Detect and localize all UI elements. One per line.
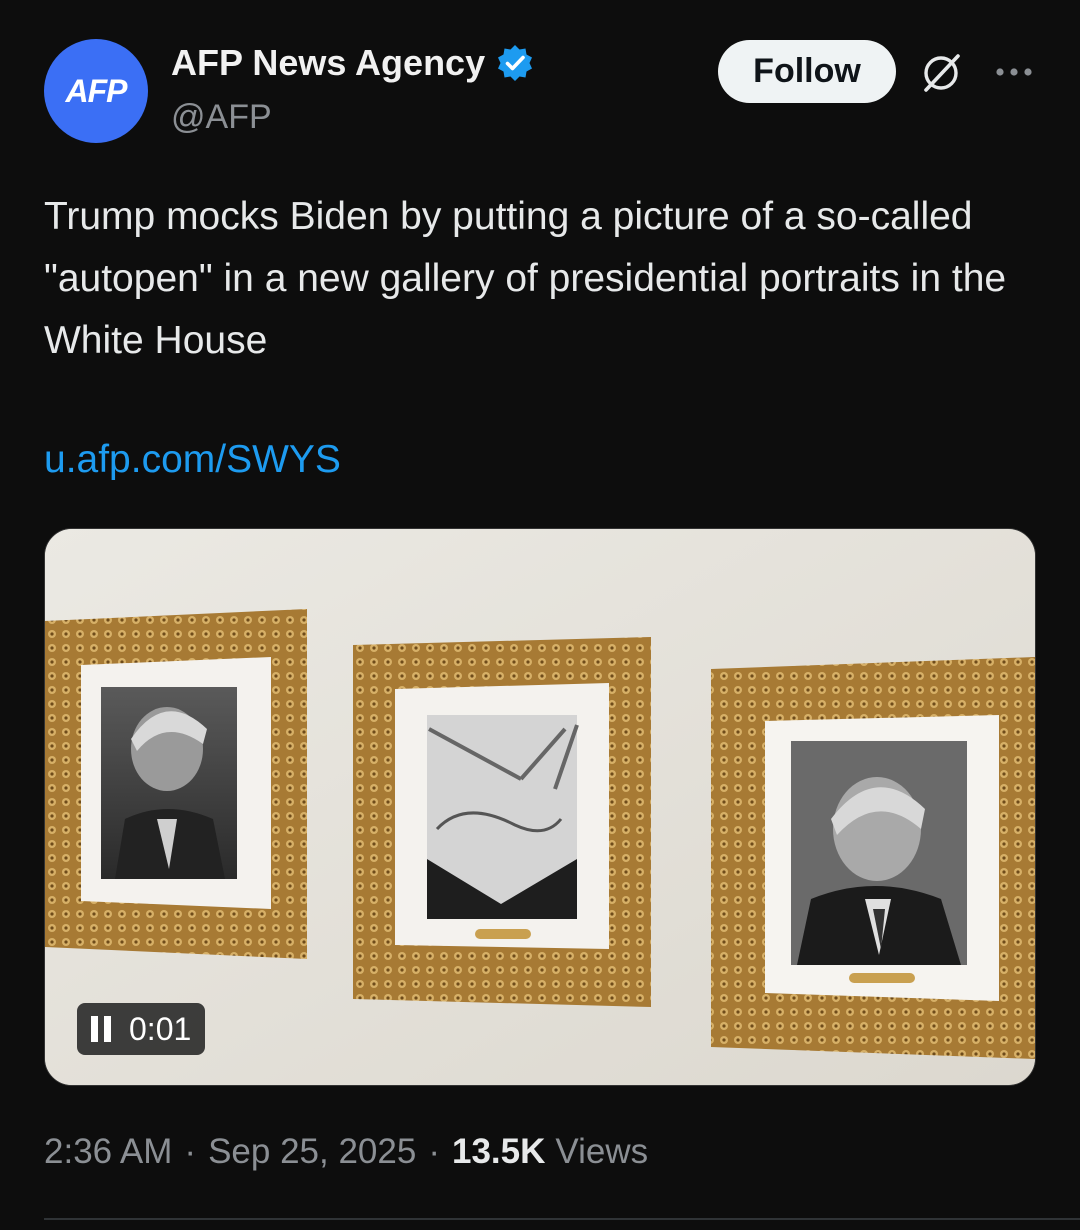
grok-icon[interactable] — [918, 50, 964, 96]
author-handle[interactable]: @AFP — [171, 98, 272, 137]
views-count[interactable]: 13.5K — [452, 1132, 545, 1172]
video-player[interactable]: 0:01 — [44, 528, 1036, 1086]
follow-button[interactable]: Follow — [718, 40, 896, 103]
tweet-time[interactable]: 2:36 AM — [44, 1132, 172, 1172]
tweet-metadata: 2:36 AM · Sep 25, 2025 · 13.5K Views — [44, 1132, 648, 1172]
pause-icon[interactable] — [91, 1016, 113, 1042]
tweet-text: Trump mocks Biden by putting a picture o… — [44, 195, 1007, 362]
divider — [44, 1218, 1080, 1220]
video-frame-image — [45, 529, 1035, 1085]
separator-dot: · — [428, 1132, 440, 1171]
video-controls[interactable]: 0:01 — [77, 1003, 206, 1055]
author-avatar[interactable]: AFP — [44, 39, 148, 143]
verified-badge-icon — [498, 45, 533, 81]
tweet-link[interactable]: u.afp.com/SWYS — [44, 438, 341, 482]
separator-dot: · — [184, 1132, 197, 1171]
avatar-logo-text: AFP — [65, 72, 128, 109]
more-options-icon[interactable] — [992, 52, 1036, 92]
author-name-row: AFP News Agency — [171, 42, 535, 84]
video-timestamp: 0:01 — [129, 1010, 192, 1047]
portrait-frame-right — [711, 657, 1035, 1059]
views-label: Views — [555, 1132, 649, 1171]
portrait-frame-left — [45, 609, 307, 959]
autopen-frame-middle — [353, 637, 651, 1007]
author-display-name[interactable]: AFP News Agency — [171, 42, 485, 84]
tweet-date[interactable]: Sep 25, 2025 — [208, 1132, 416, 1172]
